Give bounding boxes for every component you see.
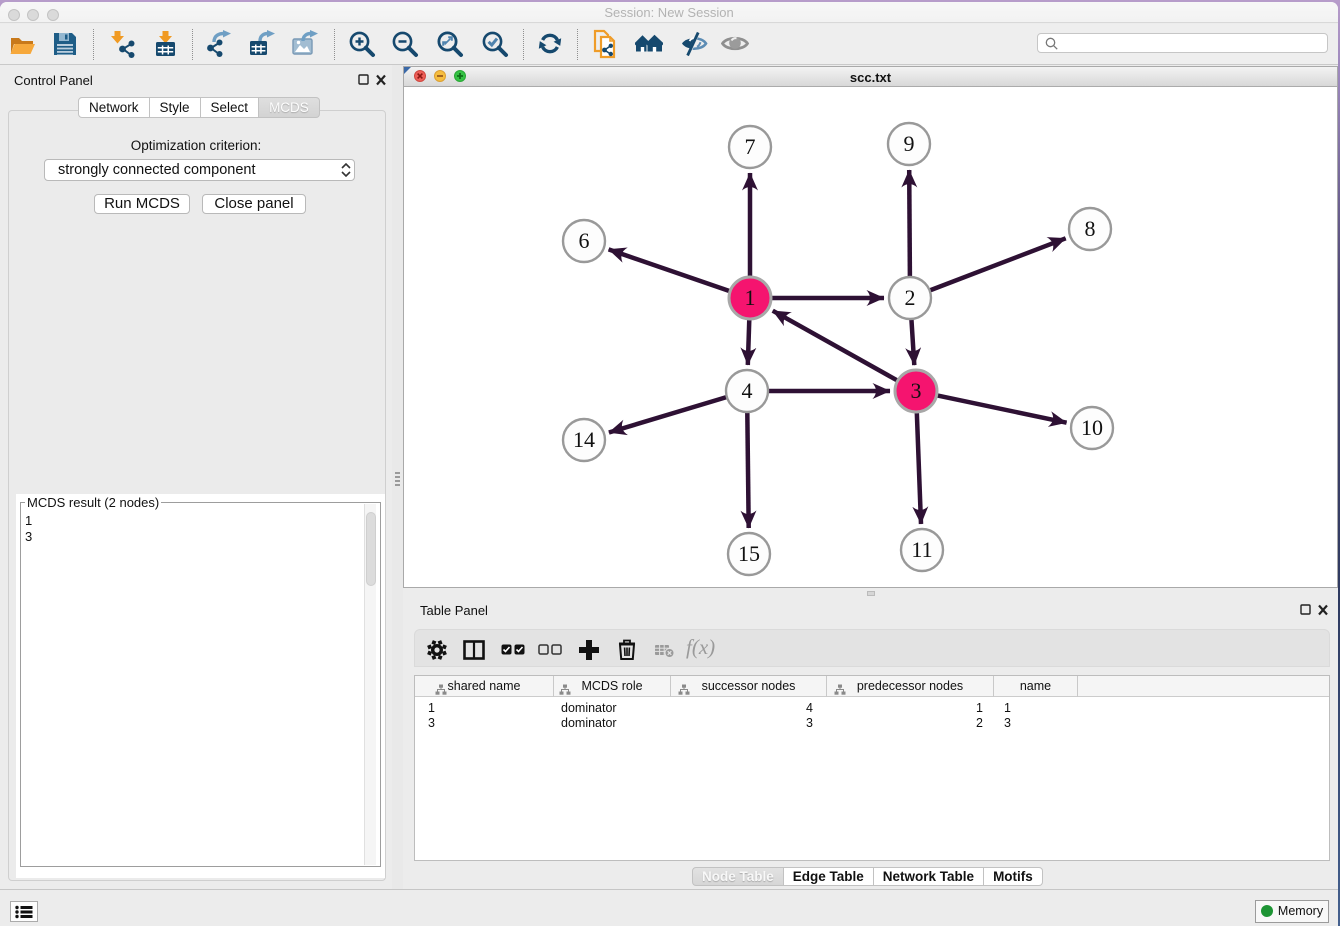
svg-text:8: 8	[1085, 216, 1096, 241]
svg-text:14: 14	[573, 427, 595, 452]
svg-text:15: 15	[738, 541, 760, 566]
svg-text:10: 10	[1081, 415, 1103, 440]
svg-text:7: 7	[745, 134, 756, 159]
svg-text:4: 4	[742, 378, 753, 403]
svg-text:11: 11	[911, 537, 932, 562]
svg-text:2: 2	[905, 285, 916, 310]
svg-text:1: 1	[745, 285, 756, 310]
svg-text:9: 9	[904, 131, 915, 156]
svg-text:6: 6	[579, 228, 590, 253]
svg-text:3: 3	[911, 378, 922, 403]
